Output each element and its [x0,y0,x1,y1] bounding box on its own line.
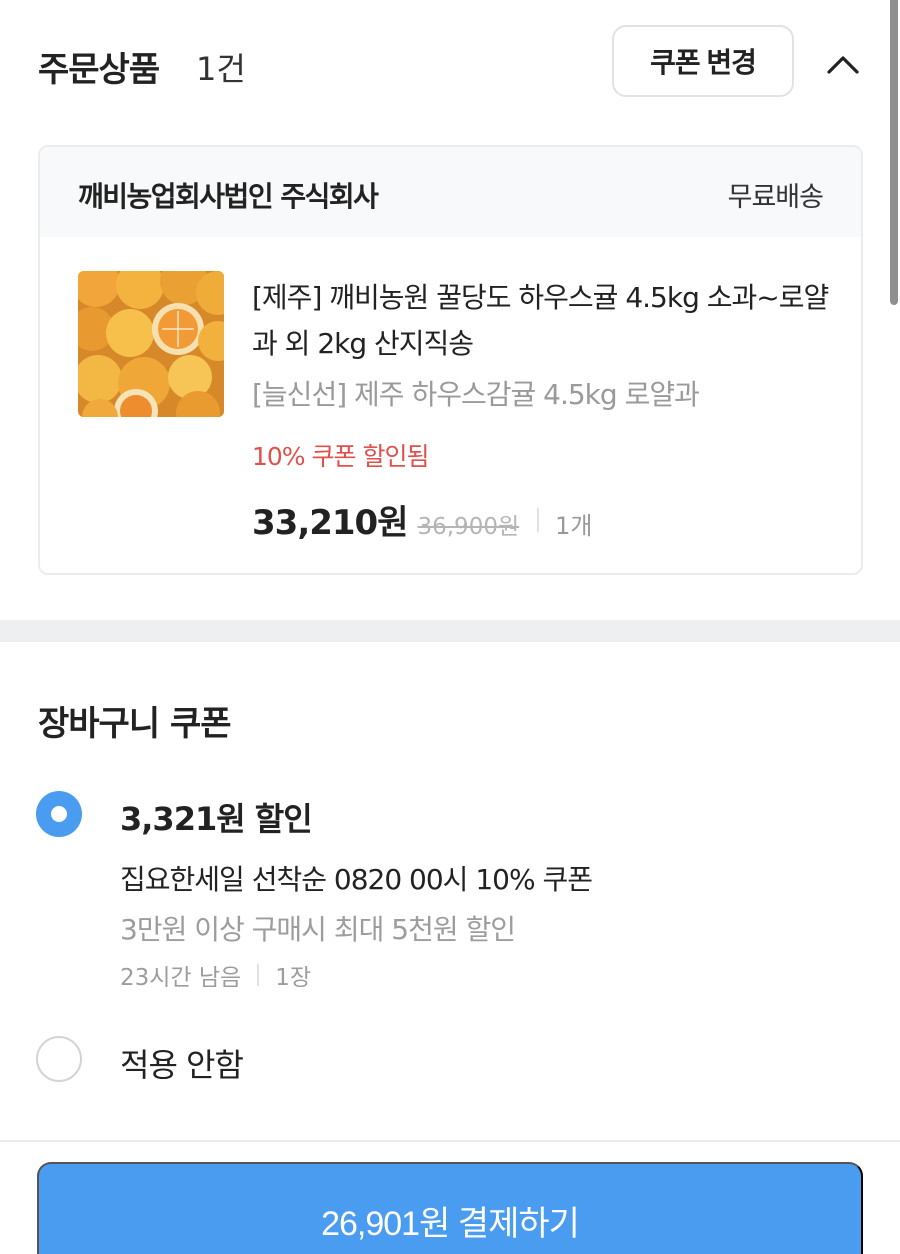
chevron-up-icon[interactable] [825,50,861,78]
section-title-order-items: 주문상품 [38,50,160,90]
quantity: 1개 [555,512,593,540]
cart-coupon-title: 장바구니 쿠폰 [38,704,232,744]
shipping-info: 무료배송 [727,182,824,213]
coupon-condition: 3만원 이상 구매시 최대 5천원 할인 [120,913,516,946]
product-image[interactable] [78,271,224,417]
product-option: [늘신선] 제주 하우스감귤 4.5kg 로얄과 [252,378,700,411]
tangerine-image-icon [78,271,224,417]
coupon-change-button[interactable]: 쿠폰 변경 [612,25,794,97]
no-coupon-label[interactable]: 적용 안함 [120,1040,244,1086]
section-divider [0,620,900,642]
order-items-header: 주문상품 1건 쿠폰 변경 [38,25,868,100]
order-item-card: 깨비농업회사법인 주식회사 무료배송 [제주] 깨비농원 꿀당도 하우스귤 4. [38,145,863,575]
coupon-meta: 23시간 남음 1장 [120,958,311,992]
coupon-count: 1장 [275,965,312,991]
divider [537,507,540,532]
order-item-count: 1건 [196,50,246,88]
original-price: 36,900원 [417,514,520,540]
product-name[interactable]: [제주] 깨비농원 꿀당도 하우스귤 4.5kg 소과~로얄과 외 2kg 산지… [252,275,842,367]
bottom-divider [0,1140,900,1142]
pay-button[interactable]: 26,901원 결제하기 [37,1162,863,1254]
seller-name: 깨비농업회사법인 주식회사 [78,180,379,213]
coupon-radio-selected[interactable] [36,791,82,837]
divider [257,964,260,986]
coupon-discount-note: 10% 쿠폰 할인됨 [252,442,429,471]
coupon-discount-amount[interactable]: 3,321원 할인 [120,794,313,840]
coupon-remaining-time: 23시간 남음 [120,965,242,991]
seller-header: 깨비농업회사법인 주식회사 무료배송 [40,147,861,237]
scrollbar[interactable] [890,0,898,305]
price-row: 33,210원 36,900원 1개 [252,495,592,544]
sale-price: 33,210원 [252,503,408,543]
coupon-name: 집요한세일 선착순 0820 00시 10% 쿠폰 [120,863,593,896]
no-coupon-radio[interactable] [36,1036,82,1082]
